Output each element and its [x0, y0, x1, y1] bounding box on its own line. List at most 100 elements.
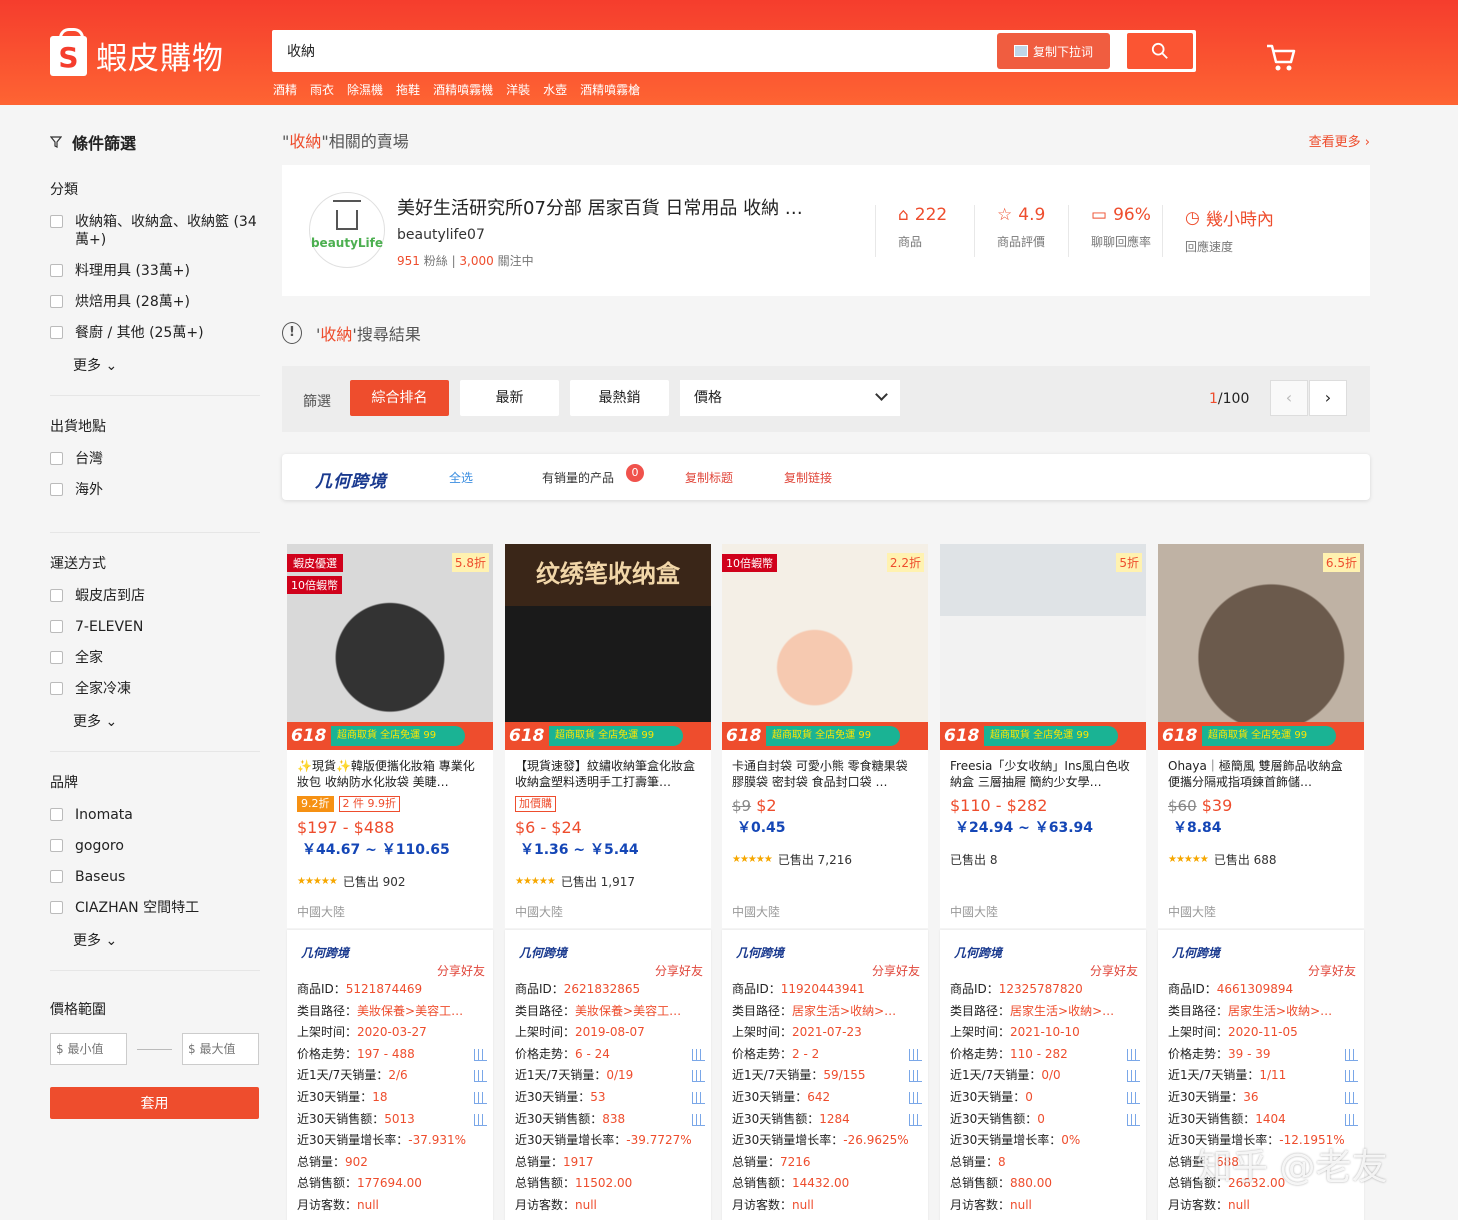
- chart-icon[interactable]: [474, 1113, 487, 1126]
- search-button[interactable]: [1127, 33, 1193, 69]
- checkbox[interactable]: [50, 682, 63, 695]
- product-card[interactable]: 5.8折 蝦皮優選 10倍蝦幣 618 超商取貨 全店免運 99 ✨現貨✨韓版便攜化妝箱…: [287, 544, 493, 928]
- shipping-checkbox[interactable]: 全家冷凍: [50, 680, 260, 698]
- chart-icon[interactable]: [474, 1091, 487, 1104]
- category-checkbox[interactable]: 餐廚 / 其他 (25萬+): [50, 324, 260, 342]
- checkbox[interactable]: [50, 452, 63, 465]
- shop-avatar[interactable]: beautyLife: [309, 192, 385, 268]
- chart-icon[interactable]: [1127, 1113, 1140, 1126]
- ship-from-checkbox[interactable]: 海外: [50, 481, 260, 499]
- category-checkbox[interactable]: 收納箱、收納盒、收納籃 (34萬+): [50, 213, 260, 249]
- category-checkbox[interactable]: 烘焙用具 (28萬+): [50, 293, 260, 311]
- share-button[interactable]: 分享好友: [1308, 962, 1356, 979]
- product-image[interactable]: 纹绣笔收纳盒 618 超商取貨 全店免運 99: [505, 544, 711, 750]
- chart-icon[interactable]: [692, 1070, 705, 1083]
- product-card[interactable]: 2.2折 10倍蝦幣 618 超商取貨 全店免運 99 卡通自封袋 可愛小熊 零食糖果…: [722, 544, 928, 928]
- checkbox[interactable]: [50, 589, 63, 602]
- chart-icon[interactable]: [909, 1048, 922, 1061]
- share-button[interactable]: 分享好友: [437, 962, 485, 979]
- see-more-link[interactable]: 查看更多 ›: [1309, 131, 1370, 150]
- product-card[interactable]: 纹绣笔收纳盒 618 超商取貨 全店免運 99 【現貨速發】紋繡收納筆盒化妝盒收納盒…: [505, 544, 711, 928]
- chart-icon[interactable]: [909, 1113, 922, 1126]
- brand-checkbox[interactable]: Inomata: [50, 806, 260, 824]
- category-more-toggle[interactable]: 更多 ⌄: [73, 355, 260, 375]
- chart-icon[interactable]: [474, 1070, 487, 1083]
- checkbox[interactable]: [50, 326, 63, 339]
- product-image[interactable]: 5.8折 蝦皮優選 10倍蝦幣 618 超商取貨 全店免運 99: [287, 544, 493, 750]
- prev-page-button[interactable]: ‹: [1270, 380, 1308, 416]
- checkbox[interactable]: [50, 651, 63, 664]
- product-name[interactable]: Ohaya｜極簡風 雙層飾品收納盒 便攜分隔戒指項鍊首飾儲…: [1158, 750, 1364, 792]
- chart-icon[interactable]: [909, 1070, 922, 1083]
- shopee-logo[interactable]: S 蝦皮購物: [50, 27, 224, 78]
- chart-icon[interactable]: [1127, 1048, 1140, 1061]
- shipping-checkbox[interactable]: 7-ELEVEN: [50, 618, 260, 636]
- copy-dropdown-words-button[interactable]: 复制下拉词: [997, 33, 1110, 69]
- shop-name[interactable]: 美好生活研究所07分部 居家百貨 日常用品 收納 …: [397, 194, 847, 220]
- cart-icon[interactable]: [1265, 42, 1297, 74]
- keyword-link[interactable]: 拖鞋: [396, 81, 420, 98]
- keyword-link[interactable]: 水壺: [543, 81, 567, 98]
- brand-more-toggle[interactable]: 更多 ⌄: [73, 930, 260, 950]
- copy-link-button[interactable]: 复制链接: [784, 469, 832, 486]
- product-name[interactable]: 【現貨速發】紋繡收納筆盒化妝盒收納盒塑料透明手工打壽筆…: [505, 750, 711, 792]
- checkbox[interactable]: [50, 483, 63, 496]
- chart-icon[interactable]: [909, 1091, 922, 1104]
- product-name[interactable]: 卡通自封袋 可愛小熊 零食糖果袋 膠膜袋 密封袋 食品封口袋 …: [722, 750, 928, 792]
- chart-icon[interactable]: [1345, 1070, 1358, 1083]
- share-button[interactable]: 分享好友: [1090, 962, 1138, 979]
- checkbox[interactable]: [50, 620, 63, 633]
- product-name[interactable]: ✨現貨✨韓版便攜化妝箱 專業化妝包 收納防水化妝袋 美睫…: [287, 750, 493, 792]
- shipping-more-toggle[interactable]: 更多 ⌄: [73, 711, 260, 731]
- chart-icon[interactable]: [1127, 1070, 1140, 1083]
- keyword-link[interactable]: 雨衣: [310, 81, 334, 98]
- copy-title-button[interactable]: 复制标题: [685, 469, 733, 486]
- keyword-link[interactable]: 酒精噴霧槍: [580, 81, 640, 98]
- keyword-link[interactable]: 酒精噴霧機: [433, 81, 493, 98]
- with-sales-filter[interactable]: 有销量的产品: [542, 469, 614, 486]
- brand-checkbox[interactable]: Baseus: [50, 868, 260, 886]
- chart-icon[interactable]: [1345, 1113, 1358, 1126]
- category-checkbox[interactable]: 料理用具 (33萬+): [50, 262, 260, 280]
- price-max-input[interactable]: [182, 1033, 259, 1065]
- brand-checkbox[interactable]: gogoro: [50, 837, 260, 855]
- chart-icon[interactable]: [1345, 1048, 1358, 1061]
- apply-button[interactable]: 套用: [50, 1087, 259, 1119]
- checkbox[interactable]: [50, 839, 63, 852]
- product-image[interactable]: 2.2折 10倍蝦幣 618 超商取貨 全店免運 99: [722, 544, 928, 750]
- shipping-checkbox[interactable]: 蝦皮店到店: [50, 587, 260, 605]
- chart-icon[interactable]: [474, 1048, 487, 1061]
- sort-latest-button[interactable]: 最新: [460, 380, 559, 416]
- checkbox[interactable]: [50, 901, 63, 914]
- select-all-button[interactable]: 全选: [449, 469, 473, 486]
- checkbox[interactable]: [50, 264, 63, 277]
- chart-icon[interactable]: [692, 1091, 705, 1104]
- checkbox[interactable]: [50, 215, 63, 228]
- chart-icon[interactable]: [1127, 1091, 1140, 1104]
- product-image[interactable]: 6.5折 618 超商取貨 全店免運 99: [1158, 544, 1364, 750]
- keyword-link[interactable]: 洋裝: [506, 81, 530, 98]
- shop-card[interactable]: beautyLife 美好生活研究所07分部 居家百貨 日常用品 收納 … be…: [282, 165, 1370, 296]
- chart-icon[interactable]: [1345, 1091, 1358, 1104]
- next-page-button[interactable]: ›: [1309, 380, 1347, 416]
- checkbox[interactable]: [50, 808, 63, 821]
- share-button[interactable]: 分享好友: [655, 962, 703, 979]
- checkbox[interactable]: [50, 295, 63, 308]
- product-card[interactable]: 5折 618 超商取貨 全店免運 99 Freesia「少女收納」Ins風白色收納盒…: [940, 544, 1146, 928]
- chart-icon[interactable]: [692, 1113, 705, 1126]
- product-card[interactable]: 6.5折 618 超商取貨 全店免運 99 Ohaya｜極簡風 雙層飾品收納盒 便攜…: [1158, 544, 1364, 928]
- product-image[interactable]: 5折 618 超商取貨 全店免運 99: [940, 544, 1146, 750]
- product-name[interactable]: Freesia「少女收納」Ins風白色收納盒 三層抽屜 簡約少女學…: [940, 750, 1146, 792]
- chart-icon[interactable]: [692, 1048, 705, 1061]
- share-button[interactable]: 分享好友: [872, 962, 920, 979]
- checkbox[interactable]: [50, 870, 63, 883]
- shipping-checkbox[interactable]: 全家: [50, 649, 260, 667]
- keyword-link[interactable]: 酒精: [273, 81, 297, 98]
- brand-checkbox[interactable]: CIAZHAN 空間特工: [50, 899, 260, 917]
- sort-relevance-button[interactable]: 綜合排名: [350, 380, 449, 416]
- price-sort-select[interactable]: 價格: [680, 380, 900, 416]
- keyword-link[interactable]: 除濕機: [347, 81, 383, 98]
- ship-from-checkbox[interactable]: 台灣: [50, 450, 260, 468]
- search-input[interactable]: [272, 30, 972, 72]
- price-min-input[interactable]: [50, 1033, 127, 1065]
